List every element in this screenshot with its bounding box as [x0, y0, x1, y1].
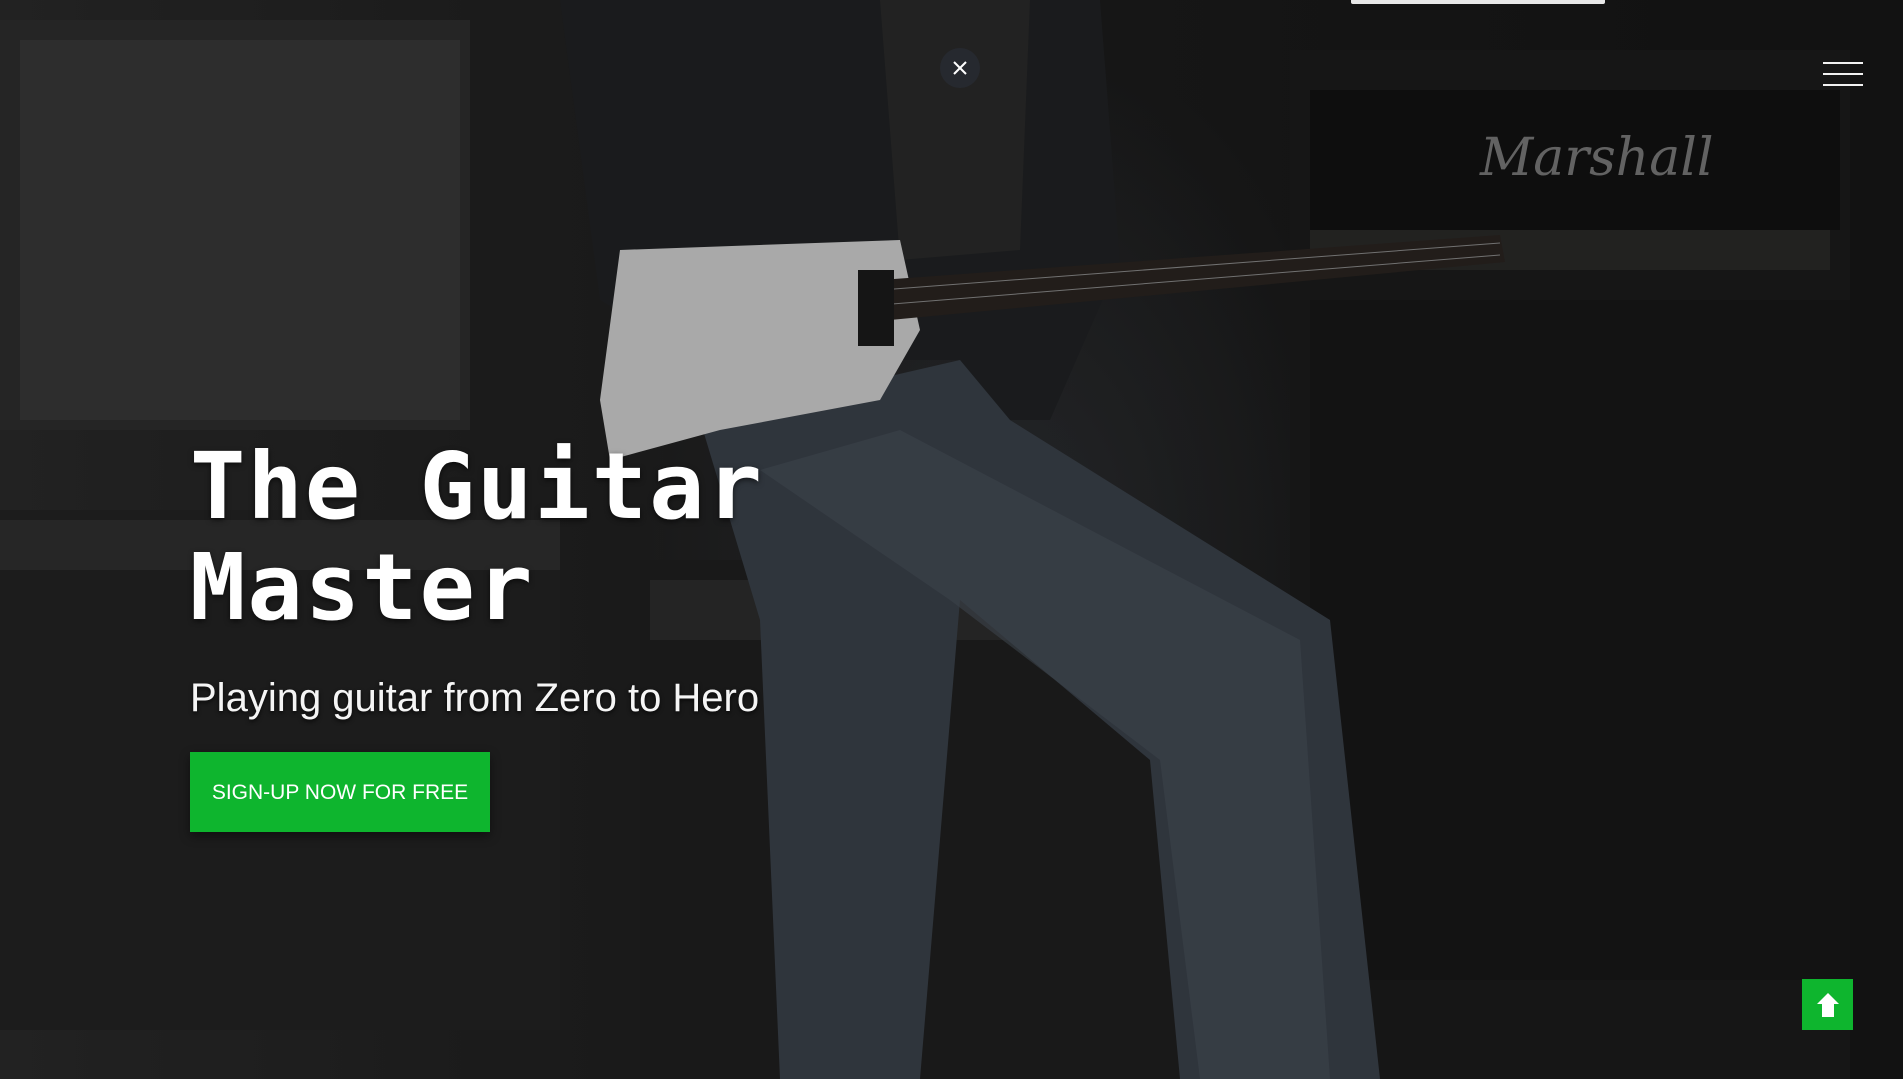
- hero-section: Marshall The Guitar Master Playing guita…: [0, 0, 1903, 1079]
- signup-button[interactable]: SIGN-UP NOW FOR FREE: [190, 752, 490, 832]
- top-strip: [1351, 0, 1605, 4]
- hamburger-menu-button[interactable]: [1822, 60, 1864, 90]
- hero-title-line-2: Master: [190, 534, 535, 641]
- hero-title: The Guitar Master: [190, 436, 1090, 638]
- hero-title-line-1: The Guitar: [190, 433, 764, 540]
- hero-subtitle: Playing guitar from Zero to Hero: [190, 676, 760, 720]
- scroll-to-top-button[interactable]: [1802, 979, 1853, 1030]
- close-icon: [953, 61, 967, 75]
- hamburger-menu-icon-bar-bottom: [1823, 84, 1863, 86]
- arrow-up-icon: [1816, 992, 1839, 1017]
- close-button[interactable]: [940, 48, 980, 88]
- hamburger-menu-icon-bar-top: [1823, 62, 1863, 64]
- hero-content: The Guitar Master Playing guitar from Ze…: [190, 436, 1090, 832]
- hamburger-menu-icon-bar-middle: [1823, 73, 1863, 75]
